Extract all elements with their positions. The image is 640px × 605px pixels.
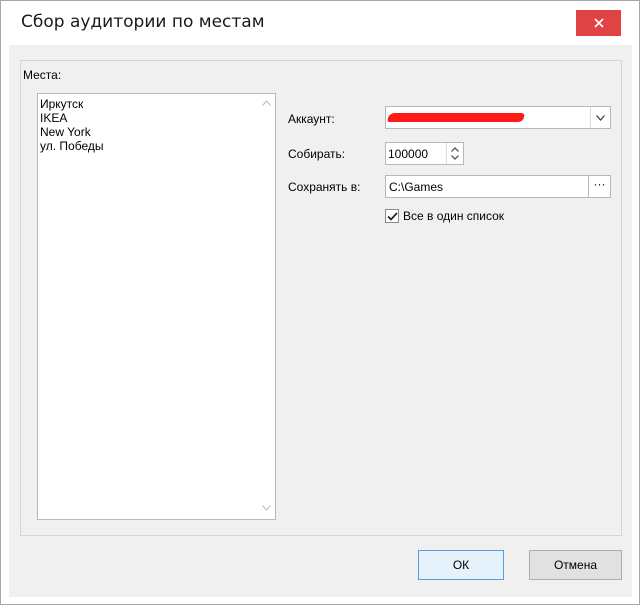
account-label: Аккаунт: — [288, 112, 335, 126]
close-icon — [593, 18, 604, 28]
save-label: Сохранять в: — [288, 180, 361, 194]
spin-down-icon[interactable] — [451, 155, 459, 160]
scroll-up-icon[interactable] — [262, 100, 271, 106]
list-item: IKEA — [40, 111, 68, 125]
single-list-checkbox[interactable] — [385, 209, 399, 223]
save-path-value: C:\Games — [389, 180, 444, 194]
places-items: Иркутск IKEA New York ул. Победы — [40, 97, 103, 153]
account-dropdown-button[interactable] — [590, 107, 610, 128]
places-textarea[interactable]: Иркутск IKEA New York ул. Победы — [37, 93, 276, 520]
check-icon — [386, 211, 398, 221]
save-path-input[interactable]: C:\Games — [385, 175, 588, 198]
stepper-buttons[interactable] — [446, 143, 463, 164]
account-value-redacted — [387, 113, 525, 122]
list-item: New York — [40, 125, 91, 139]
spin-up-icon[interactable] — [451, 147, 459, 152]
list-item: ул. Победы — [40, 139, 104, 153]
ok-button[interactable]: ОК — [418, 550, 504, 580]
browse-button[interactable]: ··· — [588, 175, 611, 198]
collect-stepper[interactable]: 100000 — [385, 142, 464, 165]
window-title: Сбор аудитории по местам — [21, 12, 265, 32]
collect-label: Собирать: — [288, 147, 346, 161]
cancel-button[interactable]: Отмена — [529, 550, 622, 580]
single-list-option[interactable]: Все в один список — [385, 208, 504, 224]
dialog-window: Сбор аудитории по местам Места: Иркутск … — [0, 0, 640, 605]
dialog-body: Места: Иркутск IKEA New York ул. Победы … — [9, 45, 632, 597]
account-dropdown[interactable] — [385, 106, 611, 129]
scroll-down-icon[interactable] — [262, 505, 271, 511]
list-item: Иркутск — [40, 97, 84, 111]
close-button[interactable] — [576, 10, 621, 36]
title-bar[interactable]: Сбор аудитории по местам — [1, 1, 639, 45]
single-list-label: Все в один список — [403, 209, 505, 223]
collect-value[interactable]: 100000 — [388, 147, 428, 161]
vertical-scrollbar[interactable] — [258, 94, 275, 519]
places-label: Места: — [23, 68, 62, 82]
chevron-down-icon — [596, 114, 605, 121]
